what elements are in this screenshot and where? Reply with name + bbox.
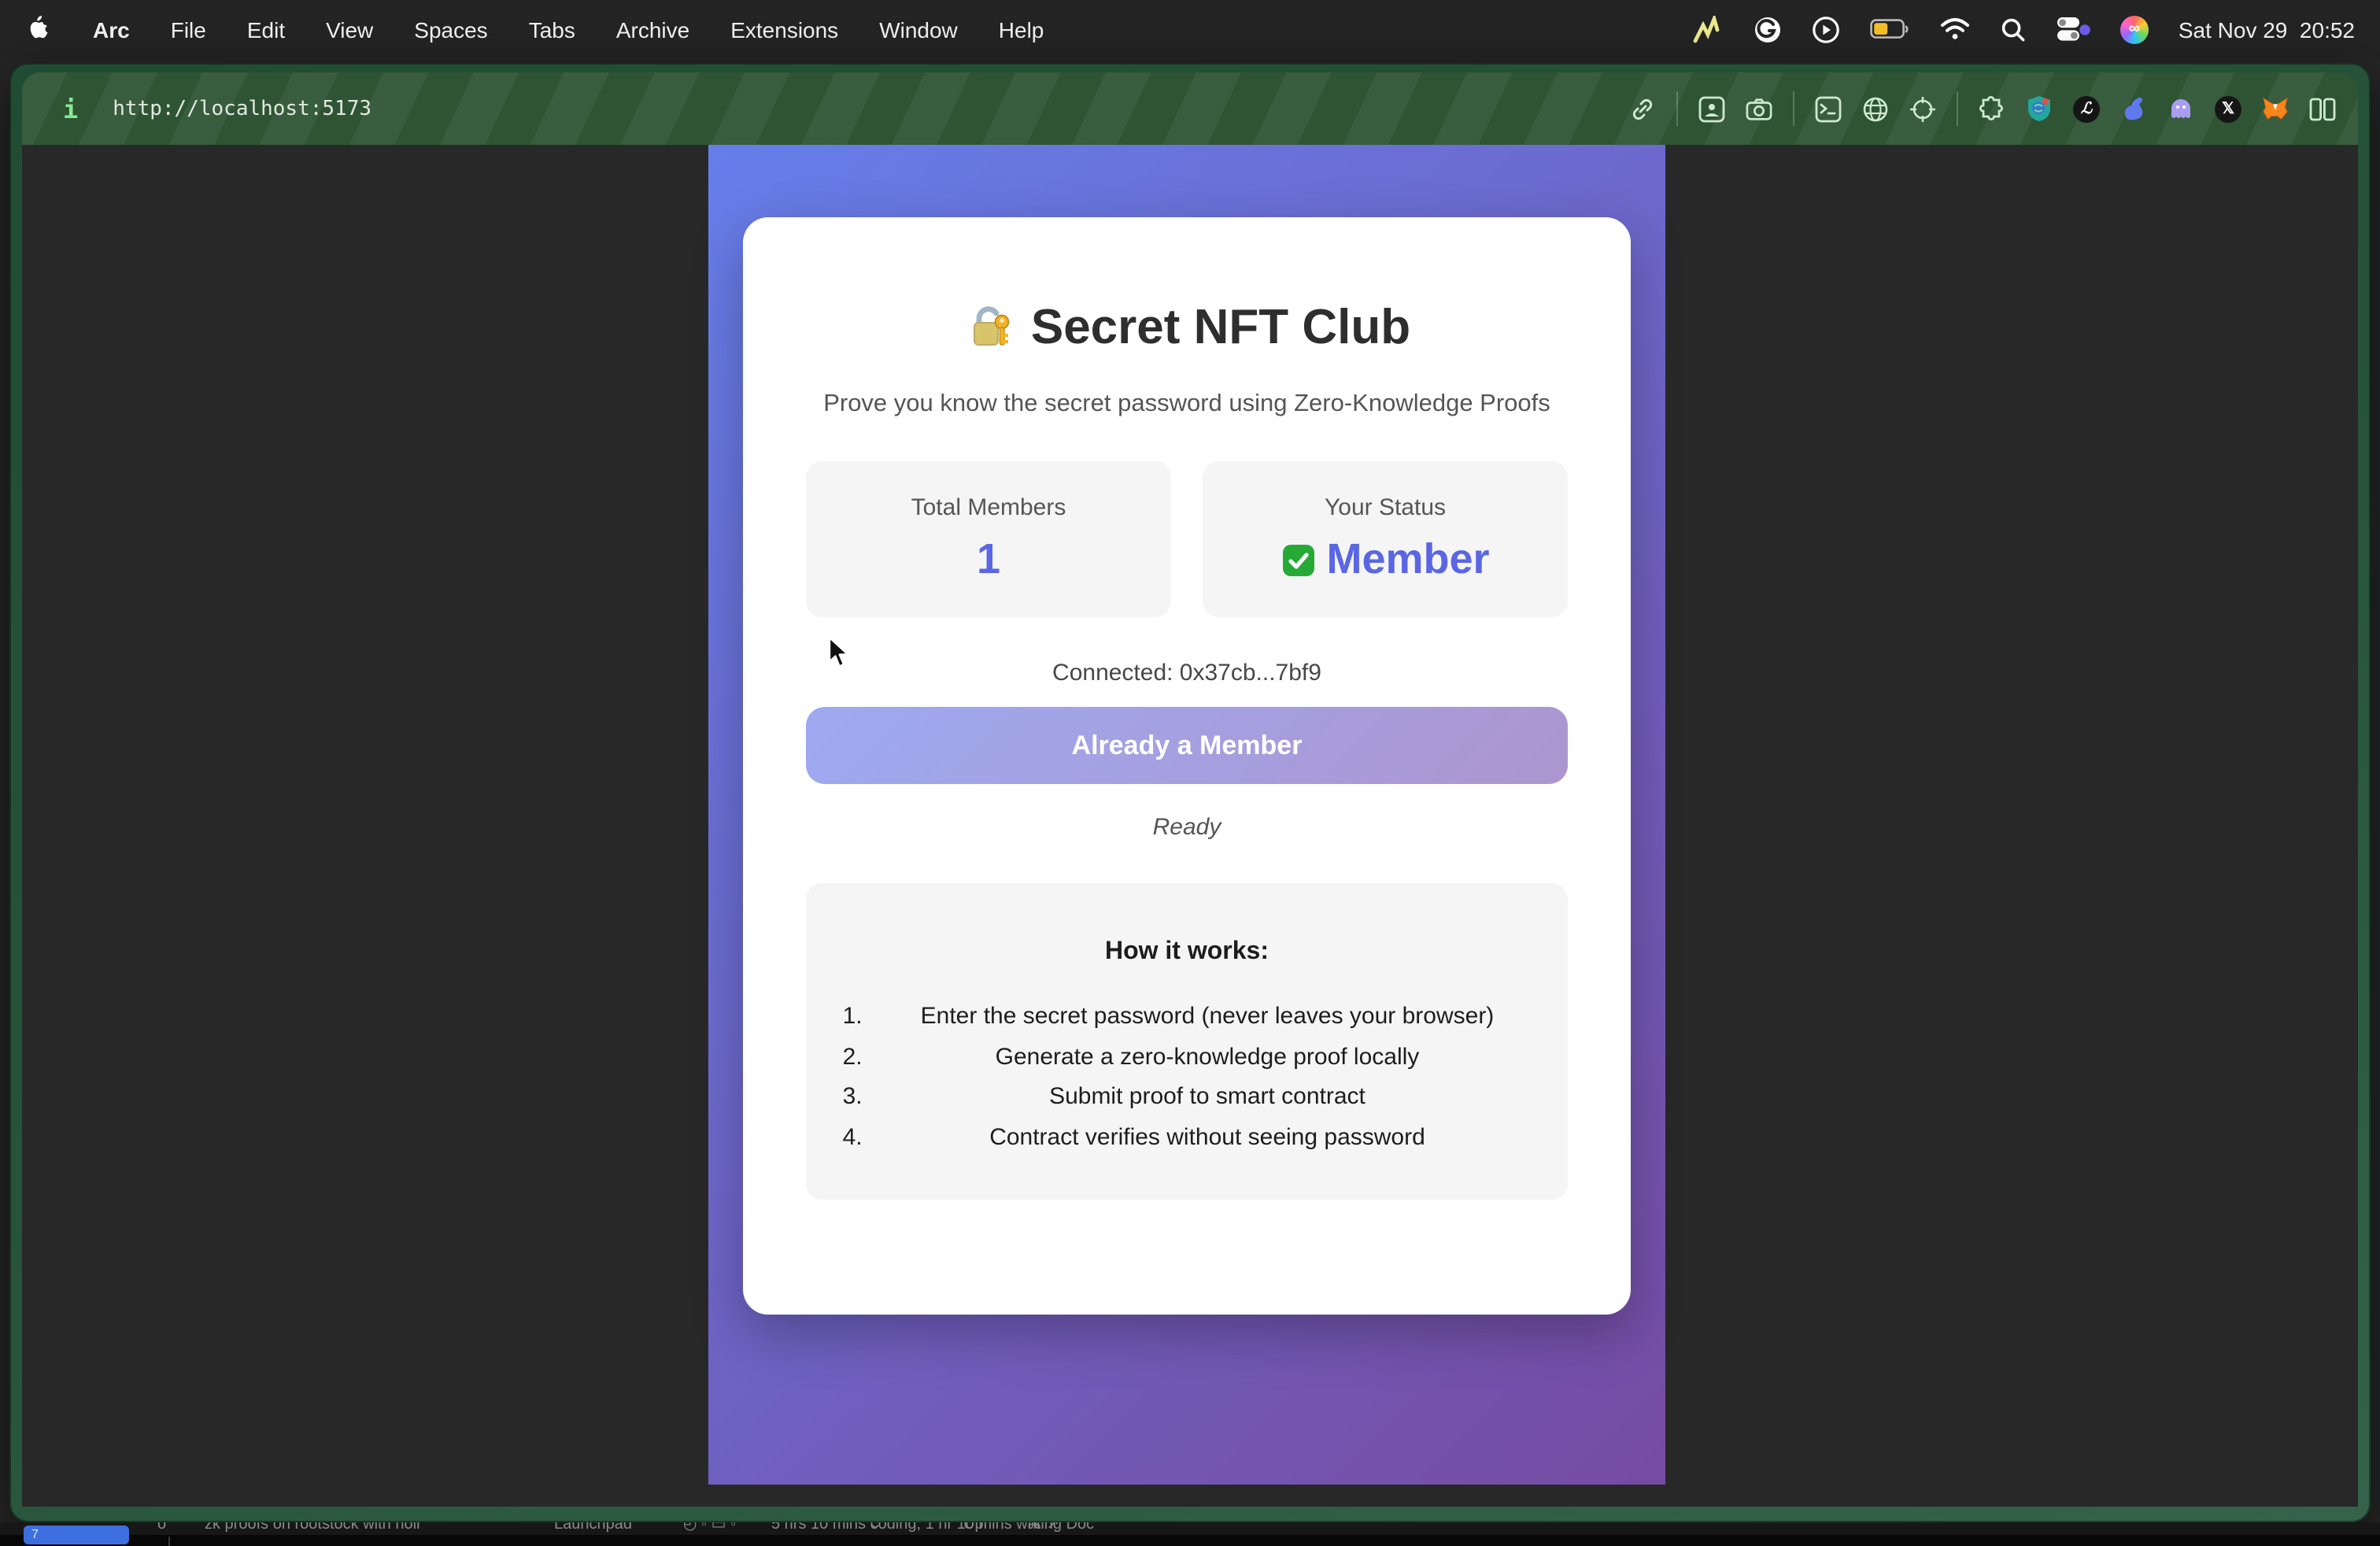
- secret-nft-club-page: Secret NFT Club Prove you know the secre…: [708, 145, 1665, 1485]
- background-window-toolbar: o zk proofs on rootstock with noir ⌄ Up …: [0, 1522, 2380, 1535]
- url-bar[interactable]: i http://localhost:5173: [22, 72, 2358, 145]
- split-view-icon[interactable]: [2309, 95, 2336, 122]
- your-status-label: Your Status: [1203, 494, 1568, 521]
- total-members-box: Total Members 1: [806, 461, 1171, 617]
- total-members-label: Total Members: [806, 494, 1171, 521]
- divider: [1793, 91, 1794, 126]
- x-extension-icon[interactable]: 𝕏: [2215, 95, 2241, 122]
- menu-app-name[interactable]: Arc: [93, 17, 130, 42]
- stats-row: Total Members 1 Your Status Member: [806, 461, 1568, 617]
- pip-flower-icon[interactable]: [1698, 95, 1725, 122]
- divider: [168, 1537, 170, 1546]
- metamask-fox-icon[interactable]: [2262, 95, 2289, 122]
- bg-toolbar-dot: o: [157, 1522, 166, 1533]
- globe-icon[interactable]: [1862, 95, 1889, 122]
- browser-viewport: Secret NFT Club Prove you know the secre…: [22, 145, 2358, 1507]
- background-blue-tab[interactable]: 7: [24, 1526, 129, 1544]
- member-text: Member: [1326, 535, 1489, 584]
- arc-browser-window: i http://localhost:5173: [9, 63, 2371, 1522]
- menu-item-file[interactable]: File: [171, 17, 206, 42]
- how-it-works-list: Enter the secret password (never leaves …: [806, 997, 1568, 1157]
- your-status-box: Your Status Member: [1203, 461, 1568, 617]
- mouse-cursor: [828, 636, 850, 669]
- macos-menu-bar: Arc File Edit View Spaces Tabs Archive E…: [0, 0, 2380, 58]
- terminal-icon[interactable]: [1815, 95, 1842, 122]
- script-l-extension-icon[interactable]: ℒ: [2073, 95, 2100, 122]
- battery-icon[interactable]: [1870, 13, 1909, 45]
- step-4: Contract verifies without seeing passwor…: [869, 1117, 1546, 1157]
- url-text[interactable]: http://localhost:5173: [113, 97, 371, 120]
- menu-item-tabs[interactable]: Tabs: [529, 17, 575, 42]
- background-window-body: Symbiosis Step 7: Deploy to Rootstock Te…: [0, 1535, 2380, 1546]
- status-text: Ready: [743, 814, 1631, 841]
- main-card: Secret NFT Club Prove you know the secre…: [743, 217, 1631, 1315]
- background-window-strip: o zk proofs on rootstock with noir ⌄ Up …: [0, 1522, 2380, 1546]
- total-members-value: 1: [806, 535, 1171, 584]
- already-member-button[interactable]: Already a Member: [806, 707, 1568, 784]
- camera-icon[interactable]: [1746, 95, 1772, 122]
- menu-item-view[interactable]: View: [326, 17, 373, 42]
- adblock-shield-icon[interactable]: [2026, 95, 2053, 122]
- step-1: Enter the secret password (never leaves …: [869, 997, 1546, 1037]
- menu-item-edit[interactable]: Edit: [247, 17, 285, 42]
- divider: [1957, 91, 1958, 126]
- bg-toolbar-title: zk proofs on rootstock with noir: [205, 1522, 422, 1533]
- url-toolbar: ℒ 𝕏: [1629, 91, 2358, 126]
- bunny-extension-icon[interactable]: [2120, 95, 2147, 122]
- bg-toolbar-time-stats: 5 hrs 10 mins coding, 1 hr 10 mins writi…: [771, 1522, 1094, 1533]
- menu-item-extensions[interactable]: Extensions: [730, 17, 838, 42]
- connected-address: Connected: 0x37cb...7bf9: [743, 660, 1631, 686]
- menu-clock[interactable]: Sat Nov 29 20:52: [2179, 17, 2355, 42]
- how-it-works-box: How it works: Enter the secret password …: [806, 883, 1568, 1200]
- step-2: Generate a zero-knowledge proof locally: [869, 1037, 1546, 1077]
- grammarly-icon[interactable]: [1754, 13, 1782, 45]
- menu-item-window[interactable]: Window: [879, 17, 958, 42]
- control-center-icon[interactable]: [2056, 13, 2090, 45]
- stocks-chart-icon[interactable]: [1692, 13, 1724, 45]
- play-circle-icon[interactable]: [1812, 13, 1840, 45]
- wifi-icon[interactable]: [1939, 13, 1971, 45]
- green-check-icon: [1281, 542, 1315, 577]
- spotlight-search-icon[interactable]: [2001, 13, 2026, 45]
- how-it-works-title: How it works:: [806, 938, 1568, 967]
- step-3: Submit proof to smart contract: [869, 1077, 1546, 1117]
- link-icon[interactable]: [1629, 95, 1656, 122]
- divider: [1676, 91, 1678, 126]
- apple-logo-icon[interactable]: [28, 15, 52, 43]
- screen: Arc File Edit View Spaces Tabs Archive E…: [0, 0, 2380, 1546]
- target-icon[interactable]: [1909, 95, 1936, 122]
- bg-toolbar-widgets: ◴ ◦ ▭ ◦: [683, 1522, 736, 1533]
- menu-item-archive[interactable]: Archive: [616, 17, 689, 42]
- phantom-ghost-icon[interactable]: [2168, 95, 2194, 122]
- page-subtitle: Prove you know the secret password using…: [743, 390, 1631, 419]
- extensions-puzzle-icon[interactable]: [1979, 95, 2005, 122]
- lock-with-key-icon: [963, 302, 1014, 353]
- camo-rainbow-icon[interactable]: ∞: [2120, 13, 2149, 45]
- page-title-text: Secret NFT Club: [1031, 299, 1410, 356]
- menu-item-spaces[interactable]: Spaces: [414, 17, 487, 42]
- site-info-icon[interactable]: i: [63, 94, 78, 124]
- page-title: Secret NFT Club: [743, 299, 1631, 356]
- your-status-value: Member: [1203, 535, 1568, 584]
- bg-toolbar-launchpad: Launchpad: [554, 1522, 632, 1533]
- menu-item-help[interactable]: Help: [999, 17, 1044, 42]
